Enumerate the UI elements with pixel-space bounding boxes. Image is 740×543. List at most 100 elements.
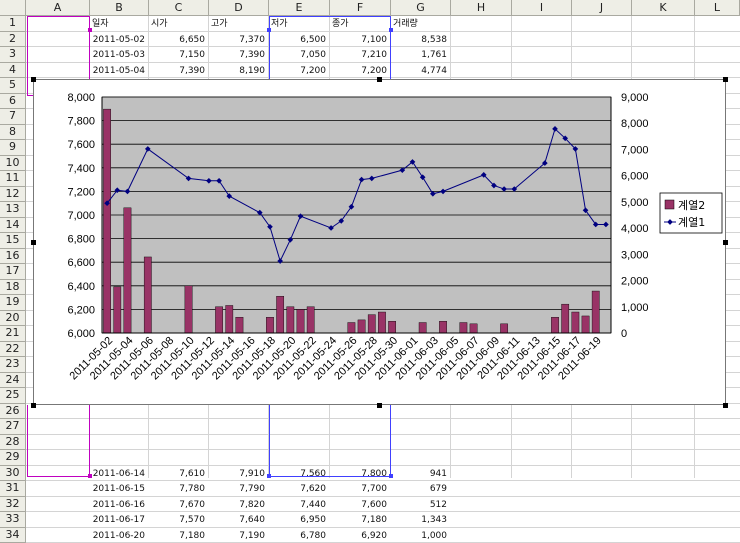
row-header[interactable]: 27	[0, 419, 26, 435]
cell[interactable]: 7,390	[211, 49, 265, 63]
column-header[interactable]: C	[149, 0, 209, 16]
range-handle-a-bottom[interactable]	[88, 474, 92, 478]
row-header[interactable]: 34	[0, 528, 26, 543]
cell[interactable]: 7,190	[211, 530, 265, 543]
cell[interactable]: 2011-05-02	[92, 34, 145, 48]
row-header[interactable]: 12	[0, 187, 26, 203]
cell[interactable]: 512	[393, 499, 447, 513]
row-header[interactable]: 29	[0, 450, 26, 466]
cell[interactable]: 7,620	[271, 483, 326, 497]
cell[interactable]: 7,820	[211, 499, 265, 513]
column-header[interactable]: G	[391, 0, 451, 16]
range-handle-a[interactable]	[88, 28, 92, 32]
chart-resize-handle-mr[interactable]	[723, 240, 728, 245]
column-title-cell[interactable]: 거래량	[393, 18, 447, 32]
column-header[interactable]: H	[451, 0, 512, 16]
cell[interactable]: 1,000	[393, 530, 447, 543]
cell[interactable]: 2011-06-20	[92, 530, 145, 543]
cell[interactable]: 679	[393, 483, 447, 497]
cell[interactable]: 6,920	[332, 530, 387, 543]
embedded-chart[interactable]: 6,0006,2006,4006,6006,8007,0007,2007,400…	[33, 79, 726, 405]
column-header[interactable]: B	[90, 0, 149, 16]
cell[interactable]: 2011-06-14	[92, 468, 145, 482]
cell[interactable]: 7,150	[151, 49, 205, 63]
chart-resize-handle-bm[interactable]	[377, 403, 382, 408]
column-header[interactable]: I	[512, 0, 572, 16]
row-header[interactable]: 24	[0, 373, 26, 389]
cell[interactable]: 8,538	[393, 34, 447, 48]
cell[interactable]: 7,790	[211, 483, 265, 497]
column-header[interactable]: F	[330, 0, 391, 16]
row-header[interactable]: 19	[0, 295, 26, 311]
row-header[interactable]: 14	[0, 218, 26, 234]
cell[interactable]: 1,343	[393, 514, 447, 528]
row-header[interactable]: 25	[0, 388, 26, 404]
column-title-cell[interactable]: 시가	[151, 18, 205, 32]
column-header[interactable]: L	[695, 0, 740, 16]
row-header[interactable]: 31	[0, 481, 26, 497]
row-header[interactable]: 4	[0, 63, 26, 79]
row-header[interactable]: 15	[0, 233, 26, 249]
row-header[interactable]: 20	[0, 311, 26, 327]
row-header[interactable]: 5	[0, 78, 26, 94]
row-header[interactable]: 11	[0, 171, 26, 187]
cell[interactable]: 1,761	[393, 49, 447, 63]
cell[interactable]: 7,600	[332, 499, 387, 513]
column-header[interactable]: J	[572, 0, 632, 16]
column-header[interactable]: D	[209, 0, 269, 16]
cell[interactable]: 2011-06-15	[92, 483, 145, 497]
range-handle-e-bottom[interactable]	[267, 474, 271, 478]
cell[interactable]: 4,774	[393, 65, 447, 79]
row-header[interactable]: 23	[0, 357, 26, 373]
cell[interactable]: 2011-05-04	[92, 65, 145, 79]
cell[interactable]: 7,670	[151, 499, 205, 513]
range-handle-f[interactable]	[389, 28, 393, 32]
cell[interactable]: 6,650	[151, 34, 205, 48]
row-header[interactable]: 17	[0, 264, 26, 280]
chart-resize-handle-tr[interactable]	[723, 77, 728, 82]
row-header[interactable]: 9	[0, 140, 26, 156]
cell[interactable]: 7,640	[211, 514, 265, 528]
row-header[interactable]: 13	[0, 202, 26, 218]
row-header[interactable]: 1	[0, 16, 26, 32]
row-header[interactable]: 33	[0, 512, 26, 528]
column-title-cell[interactable]: 고가	[211, 18, 265, 32]
chart-resize-handle-tm[interactable]	[377, 77, 382, 82]
row-header[interactable]: 32	[0, 497, 26, 513]
cell[interactable]: 2011-06-17	[92, 514, 145, 528]
row-header[interactable]: 8	[0, 125, 26, 141]
range-handle-f-bottom[interactable]	[389, 474, 393, 478]
cell[interactable]: 8,190	[211, 65, 265, 79]
cell[interactable]: 7,370	[211, 34, 265, 48]
row-header[interactable]: 18	[0, 280, 26, 296]
cell[interactable]: 7,910	[211, 468, 265, 482]
row-header[interactable]: 16	[0, 249, 26, 265]
chart-resize-handle-tl[interactable]	[31, 77, 36, 82]
select-all-corner[interactable]	[0, 0, 26, 16]
row-header[interactable]: 21	[0, 326, 26, 342]
chart-resize-handle-bl[interactable]	[31, 403, 36, 408]
row-header[interactable]: 2	[0, 32, 26, 48]
cell[interactable]: 7,180	[151, 530, 205, 543]
cell[interactable]: 2011-06-16	[92, 499, 145, 513]
row-header[interactable]: 30	[0, 466, 26, 482]
row-header[interactable]: 6	[0, 94, 26, 110]
cell[interactable]: 6,950	[271, 514, 326, 528]
row-header[interactable]: 28	[0, 435, 26, 451]
row-header[interactable]: 26	[0, 404, 26, 420]
cell[interactable]: 7,180	[332, 514, 387, 528]
cell[interactable]: 7,390	[151, 65, 205, 79]
cell[interactable]: 7,700	[332, 483, 387, 497]
cell[interactable]: 7,440	[271, 499, 326, 513]
cell[interactable]: 7,780	[151, 483, 205, 497]
range-handle-e[interactable]	[267, 28, 271, 32]
column-title-cell[interactable]: 일자	[92, 18, 145, 32]
row-header[interactable]: 3	[0, 47, 26, 63]
row-header[interactable]: 7	[0, 109, 26, 125]
column-header[interactable]: A	[26, 0, 90, 16]
cell[interactable]: 6,780	[271, 530, 326, 543]
cell[interactable]: 941	[393, 468, 447, 482]
row-header[interactable]: 10	[0, 156, 26, 172]
row-header[interactable]: 22	[0, 342, 26, 358]
column-header[interactable]: K	[632, 0, 695, 16]
